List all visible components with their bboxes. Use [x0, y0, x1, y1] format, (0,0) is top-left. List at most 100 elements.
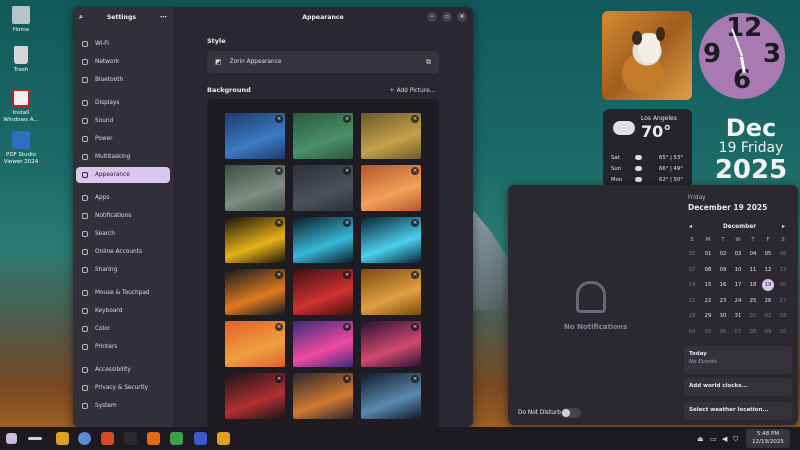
remove-wallpaper-button[interactable]: × — [411, 219, 419, 227]
sidebar-item-notifications[interactable]: Notifications — [76, 208, 170, 224]
calendar-day[interactable]: 21 — [685, 295, 699, 307]
sidebar-item-search[interactable]: Search — [76, 226, 170, 242]
calendar-day[interactable]: 09 — [761, 326, 775, 338]
volume-tray-icon[interactable]: ◀ — [722, 435, 727, 443]
calendar-day[interactable]: 30 — [716, 310, 730, 322]
minimize-button[interactable]: – — [427, 12, 437, 22]
sidebar-item-color[interactable]: Color — [76, 321, 170, 337]
calendar-day[interactable]: 03 — [731, 248, 745, 260]
calendar-day[interactable]: 20 — [776, 279, 790, 291]
wallpaper-thumbnail[interactable]: × — [225, 165, 285, 211]
calendar-day[interactable]: 05 — [701, 326, 715, 338]
wallpaper-thumbnail[interactable]: × — [225, 373, 285, 419]
wallpaper-thumbnail[interactable]: × — [225, 217, 285, 263]
wallpaper-thumbnail[interactable]: × — [361, 165, 421, 211]
desktop-icon-home[interactable]: Home — [0, 6, 42, 34]
settings-icon[interactable] — [78, 432, 91, 445]
remove-wallpaper-button[interactable]: × — [275, 219, 283, 227]
calendar-day[interactable]: 08 — [746, 326, 760, 338]
photo-widget[interactable] — [602, 11, 692, 100]
zorin-appearance-link[interactable]: ◩ Zorin Appearance ⧉ — [207, 51, 439, 73]
sidebar-item-mouse-touchpad[interactable]: Mouse & Touchpad — [76, 285, 170, 301]
sidebar-item-keyboard[interactable]: Keyboard — [76, 303, 170, 319]
wallpaper-thumbnail[interactable]: × — [361, 269, 421, 315]
calendar-day[interactable]: 13 — [776, 264, 790, 276]
sidebar-item-network[interactable]: Network — [76, 54, 170, 70]
calendar-day[interactable]: 06 — [776, 248, 790, 260]
calendar-day[interactable]: 04 — [746, 248, 760, 260]
menu-icon[interactable]: ⋯ — [160, 13, 167, 21]
remove-wallpaper-button[interactable]: × — [275, 115, 283, 123]
notifications-tray-icon[interactable]: ⏏ — [697, 435, 704, 443]
calendar-day[interactable]: 18 — [746, 279, 760, 291]
desktop-icon-install-windows[interactable]: Install Windows A... — [0, 89, 42, 123]
wallpaper-thumbnail[interactable]: × — [361, 373, 421, 419]
remove-wallpaper-button[interactable]: × — [343, 323, 351, 331]
remove-wallpaper-button[interactable]: × — [343, 219, 351, 227]
calendar-day[interactable]: 06 — [716, 326, 730, 338]
wallpaper-thumbnail[interactable]: × — [225, 113, 285, 159]
calendar-day[interactable]: 25 — [746, 295, 760, 307]
calendar-day[interactable]: 07 — [731, 326, 745, 338]
calendar-day[interactable]: 26 — [761, 295, 775, 307]
window-icon[interactable] — [217, 432, 230, 445]
dnd-toggle[interactable] — [561, 408, 581, 418]
search-icon[interactable]: ⌕ — [79, 13, 83, 22]
wallpaper-thumbnail[interactable]: × — [293, 113, 353, 159]
remove-wallpaper-button[interactable]: × — [275, 323, 283, 331]
files-icon[interactable] — [56, 432, 69, 445]
workspace-indicator[interactable] — [28, 437, 42, 440]
calendar-day[interactable]: 28 — [685, 310, 699, 322]
sidebar-item-power[interactable]: Power — [76, 131, 170, 147]
remove-wallpaper-button[interactable]: × — [343, 271, 351, 279]
remove-wallpaper-button[interactable]: × — [411, 375, 419, 383]
calendar-day[interactable]: 22 — [701, 295, 715, 307]
calendar-day[interactable]: 01 — [701, 248, 715, 260]
remove-wallpaper-button[interactable]: × — [343, 167, 351, 175]
sidebar-item-sound[interactable]: Sound — [76, 113, 170, 129]
calendar-prev-button[interactable]: ◂ — [689, 223, 692, 230]
calendar-next-button[interactable]: ▸ — [782, 223, 785, 230]
stack-icon[interactable] — [170, 432, 183, 445]
wallpaper-thumbnail[interactable]: × — [293, 165, 353, 211]
desktop-icon-pdf-studio[interactable]: PDF Studio Viewer 2024 — [0, 131, 42, 165]
wallpaper-thumbnail[interactable]: × — [361, 321, 421, 367]
sidebar-item-privacy-security[interactable]: Privacy & Security — [76, 380, 170, 396]
clock-tray[interactable]: 5:48 PM 12/19/2025 — [746, 429, 790, 448]
world-clocks-button[interactable]: Add world clocks... — [684, 378, 792, 396]
wallpaper-thumbnail[interactable]: × — [293, 321, 353, 367]
wallpaper-thumbnail[interactable]: × — [225, 269, 285, 315]
calendar-day[interactable]: 12 — [761, 264, 775, 276]
calendar-day[interactable]: 07 — [685, 264, 699, 276]
calendar-day[interactable]: 05 — [761, 248, 775, 260]
document-icon[interactable] — [194, 432, 207, 445]
sidebar-item-multitasking[interactable]: Multitasking — [76, 149, 170, 165]
firefox-icon[interactable] — [147, 432, 160, 445]
calendar-day[interactable]: 16 — [716, 279, 730, 291]
wallpaper-thumbnail[interactable]: × — [361, 113, 421, 159]
sidebar-item-printers[interactable]: Printers — [76, 339, 170, 355]
calendar-day[interactable]: 08 — [701, 264, 715, 276]
shield-tray-icon[interactable]: ⛉ — [733, 435, 738, 444]
calendar-day[interactable]: 11 — [746, 264, 760, 276]
calendar-day[interactable]: 04 — [685, 326, 699, 338]
remove-wallpaper-button[interactable]: × — [275, 375, 283, 383]
wallpaper-thumbnail[interactable]: × — [225, 321, 285, 367]
sidebar-item-online-accounts[interactable]: Online Accounts — [76, 244, 170, 260]
remove-wallpaper-button[interactable]: × — [343, 375, 351, 383]
clock-widget[interactable]: 12 9 3 6 — [699, 13, 785, 99]
wallpaper-thumbnail[interactable]: × — [293, 269, 353, 315]
remove-wallpaper-button[interactable]: × — [411, 323, 419, 331]
calendar-day[interactable]: 14 — [685, 279, 699, 291]
calendar-day[interactable]: 10 — [776, 326, 790, 338]
display-tray-icon[interactable]: ▭ — [710, 435, 717, 443]
sidebar-item-displays[interactable]: Displays — [76, 95, 170, 111]
weather-widget[interactable]: Los Angeles 70° Sat 65° | 53° Sun 66° | 49°… — [603, 109, 692, 187]
calendar-day[interactable]: 30 — [685, 248, 699, 260]
close-button[interactable]: × — [457, 12, 467, 22]
calendar-day[interactable]: 09 — [716, 264, 730, 276]
weather-location-button[interactable]: Select weather location... — [684, 402, 792, 420]
sidebar-item-apps[interactable]: Apps — [76, 190, 170, 206]
wallpaper-thumbnail[interactable]: × — [361, 217, 421, 263]
calendar-day-today[interactable]: 19 — [762, 279, 774, 291]
